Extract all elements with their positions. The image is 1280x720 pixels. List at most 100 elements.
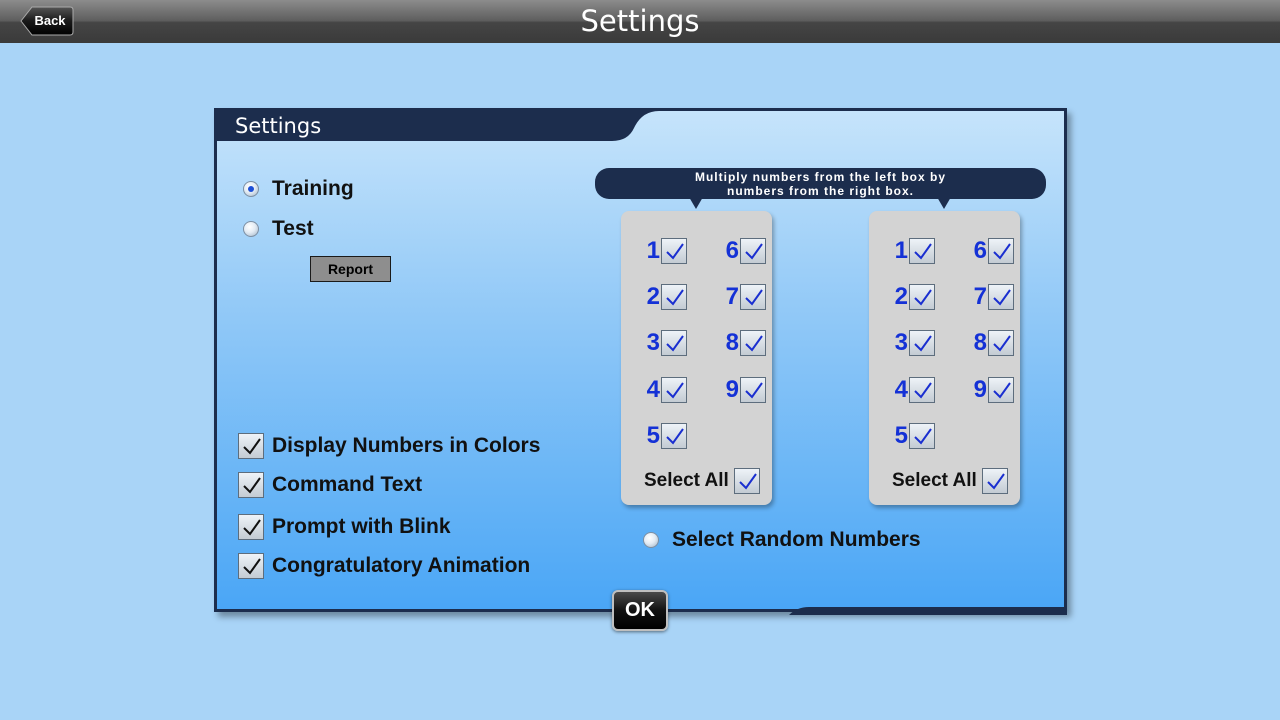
number-checkbox[interactable] [909,238,935,264]
select-all-label: Select All [644,470,729,491]
right-number-item-3[interactable]: 3 [888,329,935,357]
option-label: Display Numbers in Colors [272,434,541,457]
left-number-item-7[interactable]: 7 [719,283,766,311]
left-select-all[interactable]: Select All [644,468,760,494]
number-digit: 7 [725,283,739,310]
number-checkbox[interactable] [740,238,766,264]
radio-training[interactable]: Training [243,177,354,201]
right-select-all-checkbox[interactable] [981,468,1008,494]
check-icon [914,428,932,445]
top-bar: Back Settings [0,0,1280,43]
option-label: Command Text [272,473,423,496]
number-checkbox[interactable] [661,284,687,310]
number-digit: 6 [725,237,739,264]
ok-button[interactable]: OK [612,590,668,631]
number-checkbox[interactable] [661,423,687,449]
check-icon [987,473,1005,490]
check-icon [243,519,261,536]
check-icon [666,243,684,260]
option-label: Congratulatory Animation [272,554,531,577]
number-checkbox[interactable] [909,284,935,310]
number-checkbox[interactable] [909,330,935,356]
number-checkbox[interactable] [740,377,766,403]
right-number-item-8[interactable]: 8 [967,329,1014,357]
right-select-all[interactable]: Select All [892,468,1008,494]
left-number-item-6[interactable]: 6 [719,237,766,265]
check-icon [243,477,261,494]
number-digit: 9 [973,376,987,403]
number-digit: 3 [646,329,660,356]
number-digit: 8 [725,329,739,356]
number-digit: 6 [973,237,987,264]
checkbox-congratulatory-animation[interactable] [238,553,264,579]
left-number-item-9[interactable]: 9 [719,376,766,404]
settings-panel: Settings Training Test Report Display Nu… [214,108,1067,615]
radio-training-label: Training [272,177,354,200]
check-icon [666,335,684,352]
number-checkbox[interactable] [988,284,1014,310]
left-select-all-checkbox[interactable] [733,468,760,494]
left-number-item-3[interactable]: 3 [640,329,687,357]
number-digit: 2 [646,283,660,310]
check-icon [739,473,757,490]
radio-training-indicator[interactable] [243,181,259,197]
left-number-item-2[interactable]: 2 [640,283,687,311]
number-digit: 5 [894,422,908,449]
right-number-item-4[interactable]: 4 [888,376,935,404]
number-checkbox[interactable] [988,377,1014,403]
number-digit: 5 [646,422,660,449]
radio-select-random-indicator[interactable] [643,532,659,548]
right-number-item-1[interactable]: 1 [888,237,935,265]
check-icon [745,243,763,260]
option-command-text[interactable]: Command Text [238,472,422,498]
check-icon [243,438,261,455]
panel-header-shape [214,108,1067,141]
left-number-item-8[interactable]: 8 [719,329,766,357]
radio-select-random[interactable]: Select Random Numbers [643,528,921,552]
check-icon [666,428,684,445]
left-number-item-5[interactable]: 5 [640,422,687,450]
right-number-item-2[interactable]: 2 [888,283,935,311]
banner-line-2: numbers from the right box. [726,184,914,198]
check-icon [243,558,261,575]
check-icon [993,289,1011,306]
right-number-box: Select All 1 2 3 4 5 6 7 8 9 [869,211,1020,505]
right-number-item-7[interactable]: 7 [967,283,1014,311]
number-checkbox[interactable] [988,238,1014,264]
number-checkbox[interactable] [661,238,687,264]
radio-test-indicator[interactable] [243,221,259,237]
checkbox-command-text[interactable] [238,472,264,498]
left-number-item-1[interactable]: 1 [640,237,687,265]
option-prompt-blink[interactable]: Prompt with Blink [238,514,451,540]
banner-line-1: Multiply numbers from the left box by [694,170,946,184]
checkbox-display-numbers-colors[interactable] [238,433,264,459]
number-checkbox[interactable] [909,423,935,449]
number-digit: 4 [646,376,660,403]
report-button[interactable]: Report [310,256,391,282]
number-checkbox[interactable] [661,330,687,356]
check-icon [914,382,932,399]
number-checkbox[interactable] [909,377,935,403]
option-congratulatory-animation[interactable]: Congratulatory Animation [238,553,530,579]
number-digit: 9 [725,376,739,403]
number-digit: 3 [894,329,908,356]
check-icon [666,289,684,306]
left-number-item-4[interactable]: 4 [640,376,687,404]
number-checkbox[interactable] [661,377,687,403]
number-digit: 7 [973,283,987,310]
number-digit: 2 [894,283,908,310]
number-checkbox[interactable] [740,284,766,310]
banner-pointer-left [689,197,703,209]
option-display-numbers-colors[interactable]: Display Numbers in Colors [238,433,540,459]
right-number-item-6[interactable]: 6 [967,237,1014,265]
page-title: Settings [580,4,700,38]
number-checkbox[interactable] [988,330,1014,356]
check-icon [993,335,1011,352]
radio-test[interactable]: Test [243,217,314,241]
option-label: Prompt with Blink [272,515,451,538]
number-checkbox[interactable] [740,330,766,356]
check-icon [745,382,763,399]
right-number-item-5[interactable]: 5 [888,422,935,450]
checkbox-prompt-blink[interactable] [238,514,264,540]
right-number-item-9[interactable]: 9 [967,376,1014,404]
